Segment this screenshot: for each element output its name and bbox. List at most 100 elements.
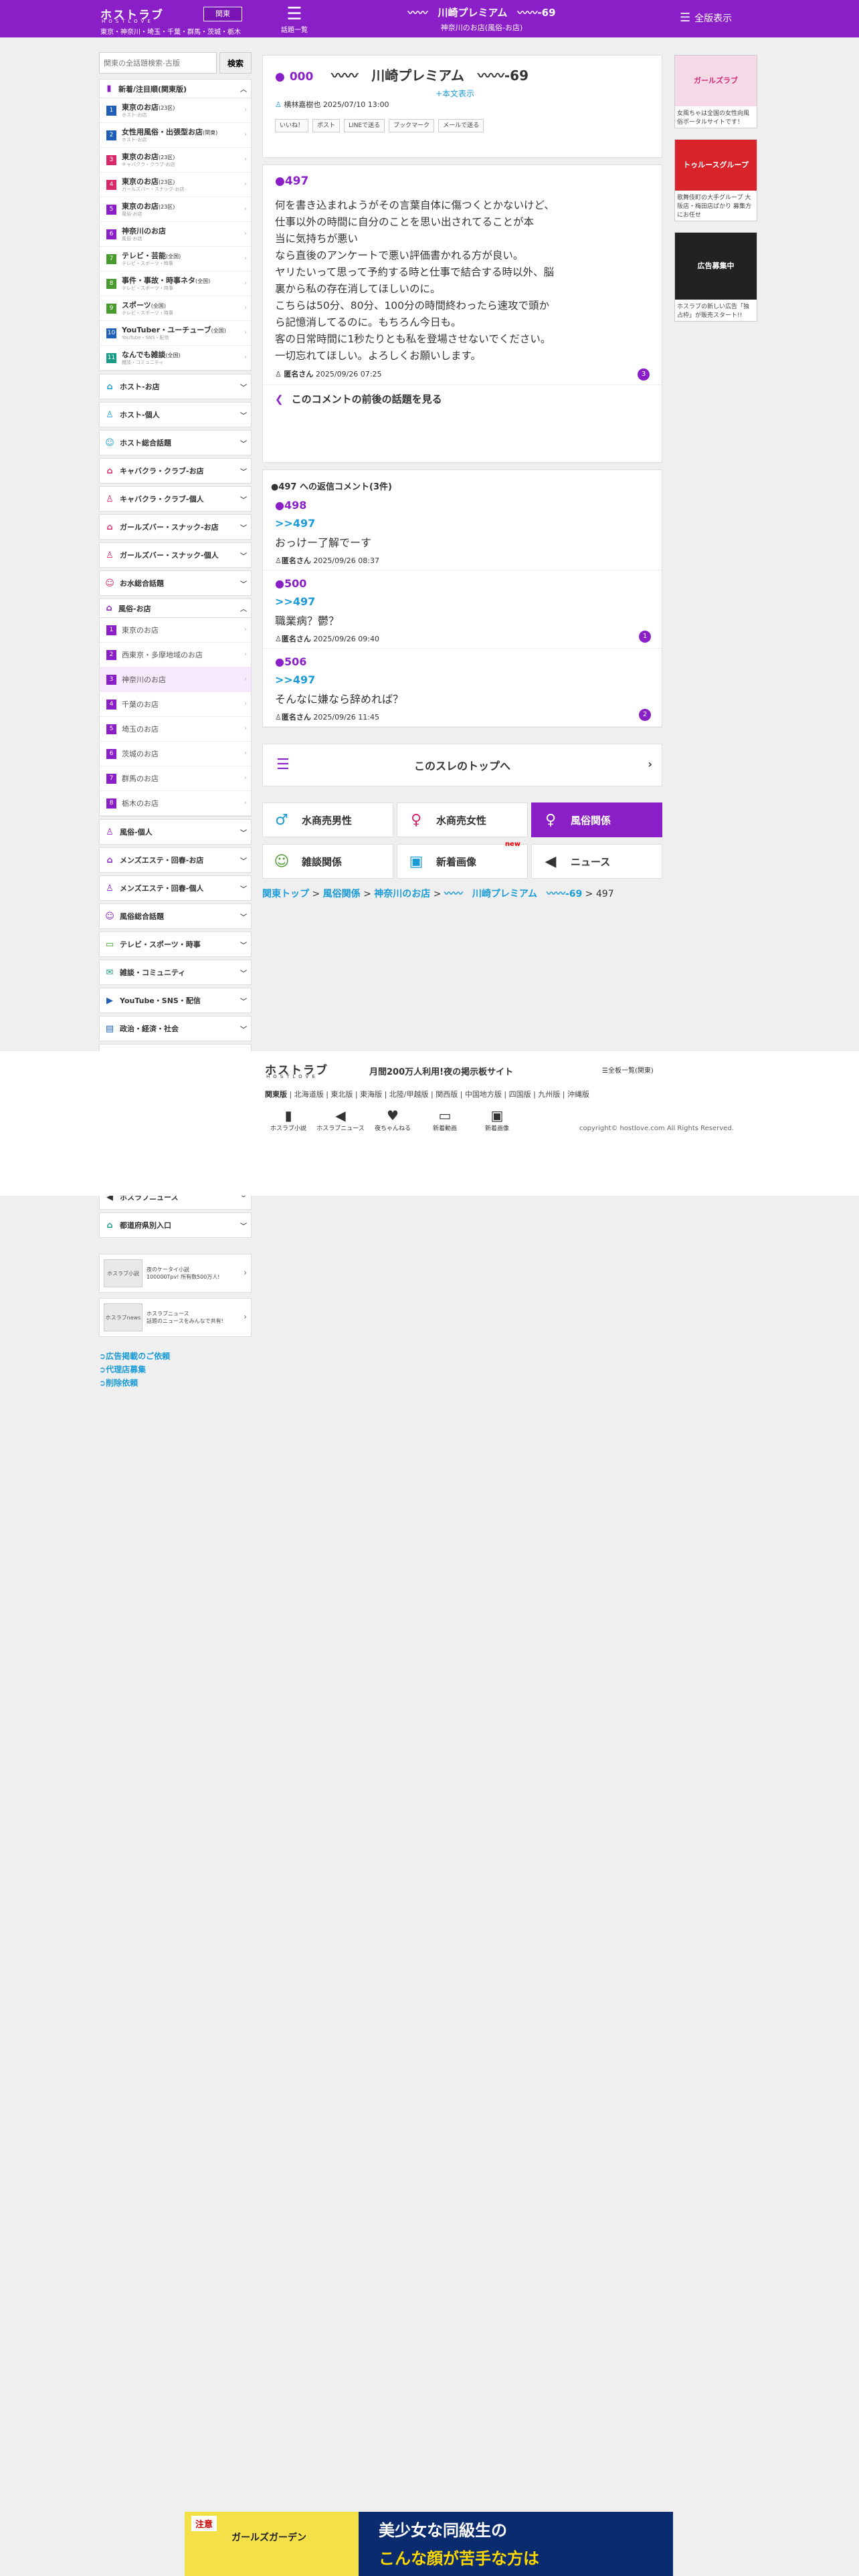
pick-item-count: (23区): [159, 104, 175, 111]
breadcrumb-link[interactable]: 関東トップ: [262, 889, 309, 899]
bottom-banner-ad[interactable]: 注意 ガールズガーデン 美少女な同級生の こんな顔が苦手な方は: [185, 2512, 673, 2576]
category-tile[interactable]: ♂ 水商売男性: [262, 802, 393, 837]
ad-request-link[interactable]: ➲広告掲載のご依頼: [99, 1350, 252, 1364]
category-label: YouTube・SNS・配信: [120, 996, 201, 1005]
pick-menu-head[interactable]: ▮ 新着/注目順(関東版) ︿: [100, 80, 251, 98]
right-ad[interactable]: ガールズラブ 女風ちゃは全国の女性向風俗ポータルサイトです！: [674, 55, 757, 128]
fuzoku-area-item[interactable]: 3 神奈川のお店 ›: [100, 667, 251, 692]
logo-area[interactable]: ホストラブ HOSTLOVE 東京・神奈川・埼玉・千葉・群馬・茨城・栃木 関東: [100, 4, 261, 36]
breadcrumb-link[interactable]: 〰〰 川崎プレミアム 〰〰-69: [444, 889, 582, 899]
delete-request-link[interactable]: ➲削除依頼: [99, 1377, 252, 1390]
thread-top-button[interactable]: ☰ このスレのトップへ ›: [262, 744, 662, 786]
pick-item[interactable]: 4 東京のお店(23区) ガールズバー・スナック-お店 ›: [100, 173, 251, 197]
category-item[interactable]: ▭ テレビ・スポーツ・時事 ﹀: [99, 932, 252, 957]
category-item[interactable]: ▤ 政治・経済・社会 ﹀: [99, 1016, 252, 1041]
footer-all-boards[interactable]: ☰全板一覧(関東): [602, 1065, 654, 1075]
like-button[interactable]: いいね！: [275, 119, 309, 132]
category-item[interactable]: ⌂ ガールズバー・スナック-お店 ﹀: [99, 514, 252, 540]
agency-link[interactable]: ➲代理店募集: [99, 1364, 252, 1377]
pick-item[interactable]: 5 東京のお店(23区) 風俗-お店 ›: [100, 197, 251, 222]
search-button[interactable]: 検索: [219, 52, 252, 74]
topic-list-button[interactable]: ☰ 話題一覧: [274, 4, 314, 36]
category-item[interactable]: ⌂ キャバクラ・クラブ-お店 ﹀: [99, 458, 252, 484]
category-label: テレビ・スポーツ・時事: [120, 940, 201, 949]
fuzoku-area-item[interactable]: 1 東京のお店 ›: [100, 618, 251, 643]
search-input[interactable]: [99, 52, 217, 74]
reply-anchor-link[interactable]: >>497: [275, 517, 654, 530]
context-link[interactable]: ❮ このコメントの前後の話題を見る: [263, 385, 662, 413]
mail-share-button[interactable]: メールで送る: [438, 119, 484, 132]
footer-icon-link[interactable]: ♥ 夜ちゃんねる: [367, 1107, 419, 1132]
category-item[interactable]: ⌂ メンズエステ・回春-お店 ﹀: [99, 847, 252, 873]
fuzoku-area-item[interactable]: 5 埼玉のお店 ›: [100, 717, 251, 742]
pick-item[interactable]: 9 スポーツ(全国) テレビ・スポーツ・時事 ›: [100, 296, 251, 321]
category-item[interactable]: ♙ メンズエステ・回春-個人 ﹀: [99, 875, 252, 901]
fuzoku-area-item[interactable]: 2 西東京・多摩地域のお店 ›: [100, 643, 251, 667]
chevron-down-icon: ﹀: [240, 468, 247, 476]
category-tile[interactable]: ▣ 新着画像 new: [397, 841, 528, 879]
category-tile[interactable]: ♀ 水商売女性: [397, 802, 528, 837]
pick-item[interactable]: 11 なんでも雑談(全国) 雑談・コミュニティ ›: [100, 346, 251, 370]
reply-count-badge[interactable]: 2: [639, 709, 651, 721]
fuzoku-area-item[interactable]: 8 栃木のお店 ›: [100, 791, 251, 816]
pick-item[interactable]: 10 YouTuber・ユーチューブ(全国) YouTube・SNS・配信 ›: [100, 321, 251, 346]
category-item[interactable]: ♙ ホスト-個人 ﹀: [99, 402, 252, 427]
footer-icon-link[interactable]: ▭ 新着動画: [419, 1107, 471, 1132]
right-ad[interactable]: トゥルースグループ 歌舞伎町の大手グループ 大阪店・梅田店ばかり 募集方にお任せ: [674, 139, 757, 221]
reply-count-badge[interactable]: 3: [638, 368, 650, 381]
category-item[interactable]: ✉ 雑談・コミュニティ ﹀: [99, 960, 252, 985]
pick-item[interactable]: 3 東京のお店(23区) キャバクラ・クラブ-お店 ›: [100, 148, 251, 173]
pick-item[interactable]: 2 女性用風俗・出張型お店(関東) ホスト-お店 ›: [100, 123, 251, 148]
pick-item[interactable]: 1 東京のお店(23区) ホスト-お店 ›: [100, 98, 251, 123]
category-tile[interactable]: ☺ 雑談関係: [262, 844, 393, 879]
category-item[interactable]: ☺ ホスト総合話題 ﹀: [99, 430, 252, 455]
fuzoku-area-item[interactable]: 6 茨城のお店 ›: [100, 742, 251, 766]
footer-region-links[interactable]: 北海道版 | 東北版 | 東海版 | 北陸/甲越版 | 関西版 | 中国地方版 …: [294, 1090, 589, 1099]
footer-icon-link[interactable]: ▮ ホスラブ小説: [262, 1107, 314, 1132]
pick-item[interactable]: 7 テレビ・芸能(全国) テレビ・スポーツ・時事 ›: [100, 247, 251, 272]
footer-icon-link[interactable]: ▣ 新着画像: [471, 1107, 523, 1132]
category-item[interactable]: ⌂ ホスト-お店 ﹀: [99, 374, 252, 399]
novel-banner[interactable]: ホスラブ小説 夜のケータイ小説 100000Tpv! 所有数500万人! ›: [99, 1254, 252, 1293]
right-ad[interactable]: 広告募集中 ホスラブの新しい広告「独占枠」が販売スタート!!: [674, 232, 757, 322]
line-share-button[interactable]: LINEで送る: [344, 119, 385, 132]
category-item[interactable]: ☺ お水総合話題 ﹀: [99, 570, 252, 596]
site-logo-sub: HOSTLOVE: [102, 19, 154, 24]
open-category-head[interactable]: ⌂ 風俗-お店 ︿: [100, 599, 251, 618]
chevron-down-icon: ﹀: [240, 524, 247, 532]
chevron-circle-icon: ➲: [99, 1365, 106, 1374]
fuzoku-area-item[interactable]: 7 群馬のお店 ›: [100, 766, 251, 791]
category-label: ホスト-お店: [120, 383, 160, 391]
category-item[interactable]: ⌂ 都道府県別入口 ﹀: [99, 1212, 252, 1238]
pick-item[interactable]: 6 神奈川のお店 風俗-お店 ›: [100, 222, 251, 247]
full-view-button[interactable]: ☰ 全版表示: [680, 11, 732, 25]
category-item[interactable]: ☺ 風俗総合話題 ﹀: [99, 903, 252, 929]
bookmark-button[interactable]: ブックマーク: [389, 119, 435, 132]
bottom-ad-line2: こんな顔が苦手な方は: [379, 2549, 539, 2568]
breadcrumb-link[interactable]: 神奈川のお店: [374, 889, 430, 899]
fuzoku-area-item[interactable]: 4 千葉のお店 ›: [100, 692, 251, 717]
post-meta: ♙ 匿名さん 2025/09/26 07:25 3: [275, 368, 650, 381]
category-item[interactable]: ♙ 風俗-個人 ﹀: [99, 819, 252, 845]
reply-anchor-link[interactable]: >>497: [275, 673, 654, 686]
rank-number: 2: [106, 130, 116, 140]
post-button[interactable]: ポスト: [312, 119, 341, 132]
speech-icon: ●: [275, 499, 284, 512]
reply-count-badge[interactable]: 1: [639, 631, 651, 643]
category-tile[interactable]: ♀ 風俗関係: [531, 802, 662, 837]
breadcrumb-link[interactable]: 風俗関係: [323, 889, 361, 899]
chevron-right-icon: ›: [244, 1312, 247, 1321]
chevron-down-icon: ﹀: [240, 1026, 247, 1034]
footer-icon-link[interactable]: ◀ ホスラブニュース: [314, 1107, 367, 1132]
pick-menu-title: 新着/注目順(関東版): [118, 84, 187, 94]
category-tile[interactable]: ◀ ニュース: [531, 844, 662, 879]
pick-item[interactable]: 8 事件・事故・時事ネタ(全国) テレビ・スポーツ・時事 ›: [100, 272, 251, 296]
show-body-link[interactable]: +本文表示: [436, 88, 474, 99]
region-button[interactable]: 関東: [203, 7, 242, 21]
category-item[interactable]: ♙ キャバクラ・クラブ-個人 ﹀: [99, 486, 252, 512]
category-item[interactable]: ♙ ガールズバー・スナック-個人 ﹀: [99, 542, 252, 568]
area-number: 3: [106, 674, 116, 685]
category-item[interactable]: ▶ YouTube・SNS・配信 ﹀: [99, 988, 252, 1013]
news-banner[interactable]: ホスラブnews ホスラブニュース 話題のニュースをみんなで共有! ›: [99, 1298, 252, 1337]
reply-anchor-link[interactable]: >>497: [275, 595, 654, 608]
